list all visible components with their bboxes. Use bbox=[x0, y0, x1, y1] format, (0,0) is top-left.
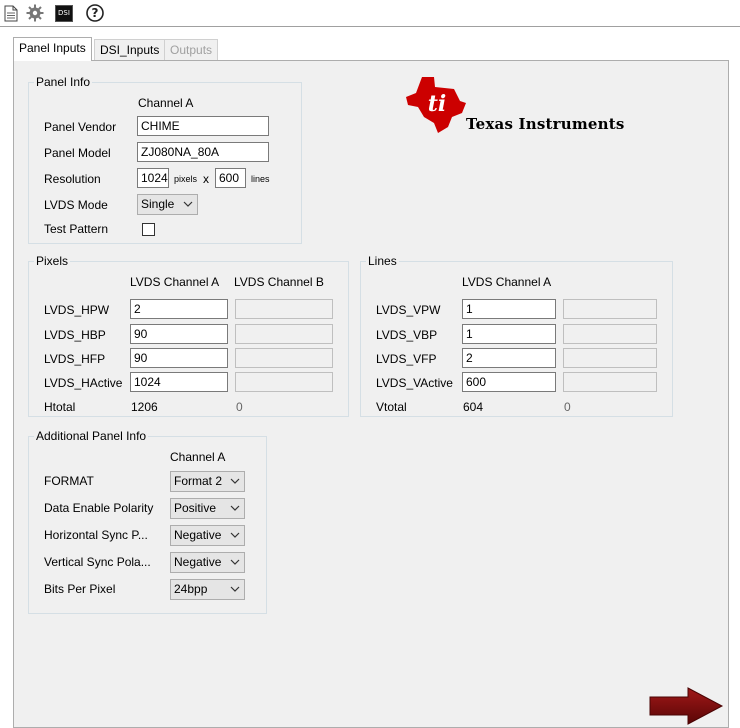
vsync-polarity-value: Negative bbox=[174, 555, 222, 569]
hactive-label: LVDS_HActive bbox=[44, 376, 123, 390]
chevron-down-icon bbox=[230, 559, 240, 565]
data-enable-polarity-value: Positive bbox=[174, 501, 217, 515]
hfp-label: LVDS_HFP bbox=[44, 352, 106, 366]
hpw-channel-b-field bbox=[235, 299, 333, 319]
hsync-polarity-label: Horizontal Sync P... bbox=[44, 528, 148, 542]
vbp-label: LVDS_VBP bbox=[376, 328, 438, 342]
pixels-header-channel-a: LVDS Channel A bbox=[130, 275, 220, 289]
panel-vendor-label: Panel Vendor bbox=[44, 120, 117, 134]
format-select[interactable]: Format 2 bbox=[170, 471, 245, 492]
vfp-label: LVDS_VFP bbox=[376, 352, 437, 366]
vpw-label: LVDS_VPW bbox=[376, 303, 441, 317]
vtotal-channel-b-value: 0 bbox=[564, 400, 571, 414]
document-icon[interactable] bbox=[2, 4, 20, 22]
hbp-channel-a-field[interactable]: 90 bbox=[130, 324, 228, 344]
data-enable-polarity-select[interactable]: Positive bbox=[170, 498, 245, 519]
htotal-label: Htotal bbox=[44, 400, 76, 414]
hpw-channel-a-field[interactable]: 2 bbox=[130, 299, 228, 319]
bits-per-pixel-label: Bits Per Pixel bbox=[44, 582, 116, 596]
tab-panel-inputs[interactable]: Panel Inputs bbox=[13, 37, 92, 61]
vfp-channel-b-field bbox=[563, 348, 657, 368]
test-pattern-label: Test Pattern bbox=[44, 222, 109, 236]
format-value: Format 2 bbox=[174, 474, 223, 488]
lines-title: Lines bbox=[366, 254, 399, 268]
ti-logo-mark: ti bbox=[406, 77, 466, 133]
vpw-channel-a-field[interactable]: 1 bbox=[462, 299, 556, 319]
lvds-mode-label: LVDS Mode bbox=[44, 198, 108, 212]
pixels-group: Pixels LVDS Channel A LVDS Channel B LVD… bbox=[28, 254, 349, 417]
hsync-polarity-select[interactable]: Negative bbox=[170, 525, 245, 546]
gear-icon[interactable] bbox=[26, 4, 44, 22]
ti-logo: ti Texas Instruments bbox=[404, 73, 634, 135]
vtotal-label: Vtotal bbox=[376, 400, 407, 414]
vactive-channel-a-field[interactable]: 600 bbox=[462, 372, 556, 392]
vtotal-channel-a-value: 604 bbox=[463, 400, 484, 414]
chevron-down-icon bbox=[183, 201, 193, 207]
test-pattern-checkbox[interactable] bbox=[142, 223, 155, 236]
pixels-title: Pixels bbox=[34, 254, 71, 268]
additional-channel-a-header: Channel A bbox=[170, 450, 226, 464]
help-icon[interactable]: ? bbox=[86, 4, 104, 22]
vfp-channel-a-field[interactable]: 2 bbox=[462, 348, 556, 368]
panel-vendor-field[interactable]: CHIME bbox=[137, 116, 269, 136]
panel-info-title: Panel Info bbox=[34, 75, 93, 89]
times-label: x bbox=[203, 172, 209, 186]
vpw-channel-b-field bbox=[563, 299, 657, 319]
panel-info-group: Panel Info Channel A Panel Vendor CHIME … bbox=[28, 75, 302, 244]
chevron-down-icon bbox=[230, 478, 240, 484]
vactive-channel-b-field bbox=[563, 372, 657, 392]
toolbar: DSI ? bbox=[0, 0, 740, 27]
lines-unit-label: lines bbox=[251, 174, 270, 184]
dsi-icon[interactable]: DSI bbox=[55, 4, 73, 22]
hfp-channel-b-field bbox=[235, 348, 333, 368]
svg-text:ti: ti bbox=[428, 91, 447, 117]
channel-a-header: Channel A bbox=[138, 96, 194, 110]
tab-outputs[interactable]: Outputs bbox=[164, 39, 219, 60]
additional-panel-info-group: Additional Panel Info Channel A FORMAT F… bbox=[28, 429, 267, 614]
hactive-channel-b-field bbox=[235, 372, 333, 392]
hbp-channel-b-field bbox=[235, 324, 333, 344]
lvds-mode-value: Single bbox=[141, 197, 175, 211]
resolution-width-field[interactable]: 1024 bbox=[137, 168, 169, 188]
bits-per-pixel-value: 24bpp bbox=[174, 582, 208, 596]
pixels-header-channel-b: LVDS Channel B bbox=[234, 275, 324, 289]
vactive-label: LVDS_VActive bbox=[376, 376, 453, 390]
hactive-channel-a-field[interactable]: 1024 bbox=[130, 372, 228, 392]
next-arrow-icon bbox=[649, 687, 724, 725]
lines-group: Lines LVDS Channel A LVDS_VPW 1 LVDS_VBP… bbox=[360, 254, 673, 417]
lines-header-channel-a: LVDS Channel A bbox=[462, 275, 552, 289]
additional-panel-info-title: Additional Panel Info bbox=[34, 429, 149, 443]
tab-dsi-inputs[interactable]: DSI_Inputs bbox=[94, 39, 166, 60]
vsync-polarity-select[interactable]: Negative bbox=[170, 552, 245, 573]
panel-model-field[interactable]: ZJ080NA_80A bbox=[137, 142, 269, 162]
vbp-channel-a-field[interactable]: 1 bbox=[462, 324, 556, 344]
tab-content-panel: Panel Info Channel A Panel Vendor CHIME … bbox=[13, 60, 729, 728]
bits-per-pixel-select[interactable]: 24bpp bbox=[170, 579, 245, 600]
next-arrow-button[interactable] bbox=[648, 687, 724, 725]
resolution-label: Resolution bbox=[44, 172, 101, 186]
htotal-channel-a-value: 1206 bbox=[131, 400, 158, 414]
svg-text:?: ? bbox=[92, 6, 99, 20]
pixels-unit-label: pixels bbox=[174, 174, 198, 184]
chevron-down-icon bbox=[230, 532, 240, 538]
lvds-mode-select[interactable]: Single bbox=[137, 194, 198, 215]
chevron-down-icon bbox=[230, 505, 240, 511]
panel-model-label: Panel Model bbox=[44, 146, 111, 160]
chevron-down-icon bbox=[230, 586, 240, 592]
hsync-polarity-value: Negative bbox=[174, 528, 222, 542]
hbp-label: LVDS_HBP bbox=[44, 328, 106, 342]
vbp-channel-b-field bbox=[563, 324, 657, 344]
hpw-label: LVDS_HPW bbox=[44, 303, 110, 317]
vsync-polarity-label: Vertical Sync Pola... bbox=[44, 555, 151, 569]
htotal-channel-b-value: 0 bbox=[236, 400, 243, 414]
dsi-icon-label: DSI bbox=[55, 4, 73, 22]
hfp-channel-a-field[interactable]: 90 bbox=[130, 348, 228, 368]
format-label: FORMAT bbox=[44, 474, 94, 488]
data-enable-polarity-label: Data Enable Polarity bbox=[44, 501, 154, 515]
ti-logo-text: Texas Instruments bbox=[466, 115, 625, 133]
resolution-height-field[interactable]: 600 bbox=[215, 168, 246, 188]
